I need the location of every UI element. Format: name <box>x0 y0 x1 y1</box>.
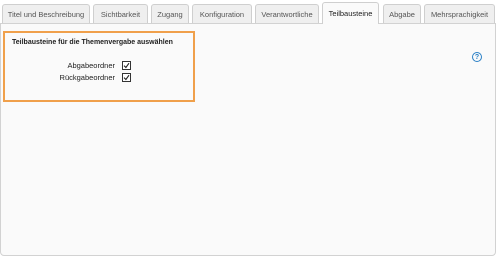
teilbausteine-section: Teilbausteine für die Themenvergabe ausw… <box>3 31 195 102</box>
tab-abgabe[interactable]: Abgabe <box>383 4 421 23</box>
rueckgabeordner-label: Rückgabeordner <box>59 73 115 82</box>
tab-mehrsprachigkeit[interactable]: Mehrsprachigkeit <box>424 4 495 23</box>
checkmark-icon <box>123 62 130 69</box>
help-icon[interactable]: ? <box>472 52 482 62</box>
tab-sichtbarkeit[interactable]: Sichtbarkeit <box>93 4 148 23</box>
section-title: Teilbausteine für die Themenvergabe ausw… <box>12 39 173 46</box>
tab-konfiguration[interactable]: Konfiguration <box>192 4 252 23</box>
checkmark-icon <box>123 74 130 81</box>
rueckgabeordner-checkbox[interactable] <box>122 73 131 82</box>
tab-teilbausteine[interactable]: Teilbausteine <box>322 2 379 24</box>
abgabeordner-label: Abgabeordner <box>67 61 115 70</box>
tab-verantwortliche[interactable]: Verantwortliche <box>255 4 319 23</box>
abgabeordner-checkbox[interactable] <box>122 61 131 70</box>
tab-zugang[interactable]: Zugang <box>151 4 189 23</box>
tab-titel-und-beschreibung[interactable]: Titel und Beschreibung <box>2 4 90 23</box>
